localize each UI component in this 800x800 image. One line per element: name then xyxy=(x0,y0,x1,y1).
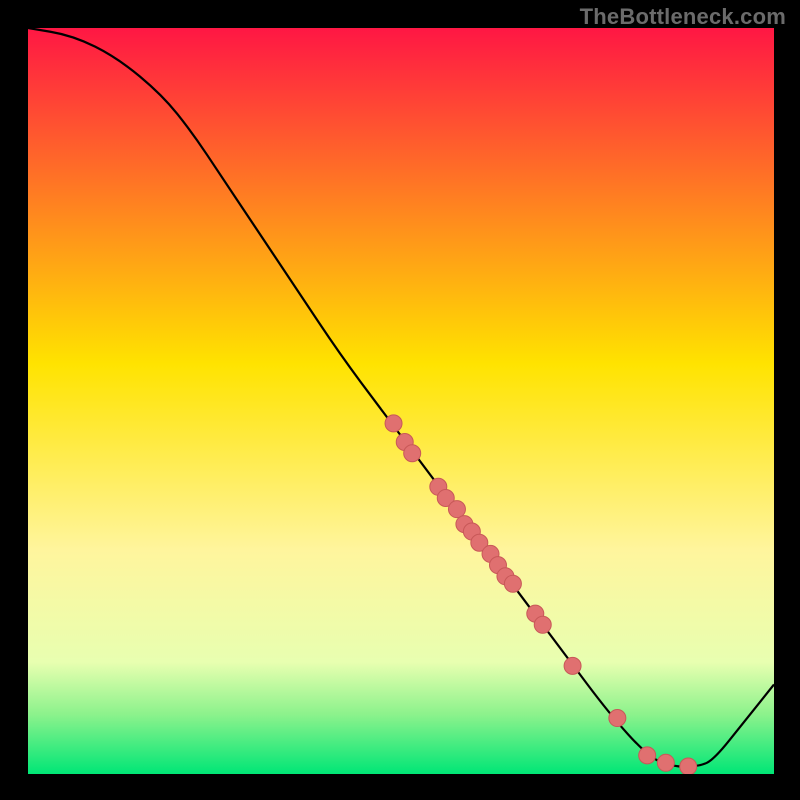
data-point xyxy=(534,616,551,633)
plot-area xyxy=(28,28,774,774)
data-point xyxy=(680,758,697,774)
data-point xyxy=(448,501,465,518)
watermark-text: TheBottleneck.com xyxy=(580,4,786,30)
data-point xyxy=(564,657,581,674)
data-point xyxy=(609,710,626,727)
data-point xyxy=(657,754,674,771)
gradient-background xyxy=(28,28,774,774)
data-point xyxy=(404,445,421,462)
data-point xyxy=(504,575,521,592)
chart-svg xyxy=(28,28,774,774)
data-point xyxy=(385,415,402,432)
chart-frame: TheBottleneck.com xyxy=(0,0,800,800)
data-point xyxy=(639,747,656,764)
